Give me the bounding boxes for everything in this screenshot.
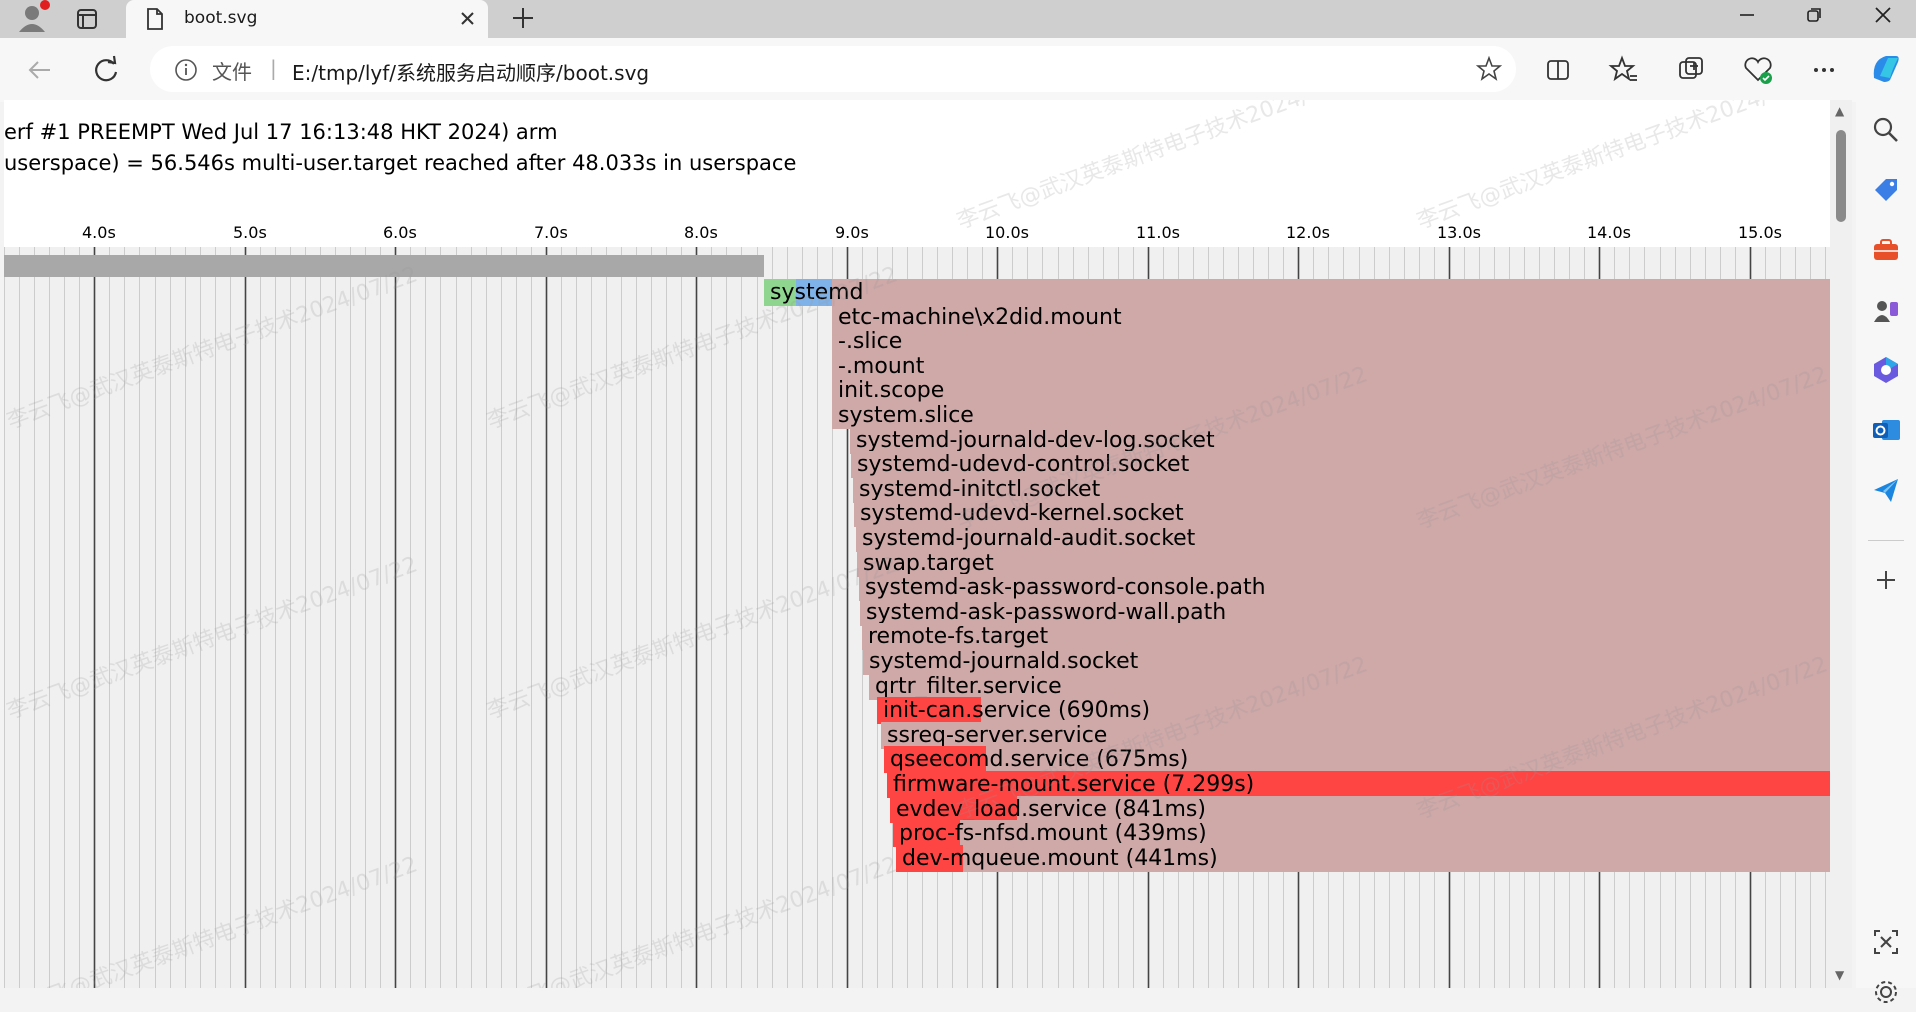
svg-document: erf #1 PREEMPT Wed Jul 17 16:13:48 HKT 2… [4,100,1830,988]
scrollbar-thumb[interactable] [1836,130,1846,222]
x-tick-label: 8.0s [684,223,718,242]
favorite-star-icon[interactable] [1475,55,1503,86]
new-tab-icon[interactable] [508,3,538,33]
unit-bar-systemd [764,279,1830,306]
x-tick-label: 9.0s [835,223,869,242]
favorites-icon[interactable] [1606,52,1642,88]
x-tick-label: 15.0s [1738,223,1782,242]
close-icon[interactable] [456,6,480,30]
x-tick-label: 12.0s [1286,223,1330,242]
browser-essentials-icon[interactable] [1740,52,1776,88]
screenshot-icon[interactable] [1870,926,1902,958]
tab-actions-icon[interactable] [70,4,104,34]
kernel-bar [4,255,764,277]
sidebar-divider [1868,540,1904,541]
refresh-icon[interactable] [88,52,124,88]
profile-icon[interactable] [14,0,52,34]
unit-label-dev-mqueue-mount: dev-mqueue.mount (441ms) [902,846,1218,871]
x-tick-label: 11.0s [1136,223,1180,242]
tools-icon[interactable] [1870,234,1902,266]
window-close-icon[interactable] [1852,0,1914,32]
tab-bar: boot.svg [0,0,1916,38]
scroll-down-icon[interactable]: ▼ [1835,968,1844,982]
more-icon[interactable] [1806,52,1842,88]
address-scheme-label: 文件 [212,60,252,84]
watermark-text: 李云飞@武汉英泰斯特电子技术2024/07/22 [1413,100,1830,235]
info-icon[interactable] [174,58,198,86]
collections-icon[interactable] [1674,52,1710,88]
file-icon [146,8,164,34]
x-tick-label: 13.0s [1437,223,1481,242]
restore-icon[interactable] [1784,0,1846,32]
unit-bar-slice [832,328,1830,355]
header-line-2: userspace) = 56.546s multi-user.target r… [4,151,797,175]
shopping-tag-icon[interactable] [1870,174,1902,206]
address-separator: | [270,56,277,80]
search-icon[interactable] [1870,114,1902,146]
games-icon[interactable] [1870,294,1902,326]
x-tick-label: 4.0s [82,223,116,242]
scroll-up-icon[interactable]: ▲ [1835,104,1844,118]
settings-icon[interactable] [1870,976,1902,1008]
tab-title: boot.svg [184,8,258,28]
minimize-icon[interactable] [1716,0,1778,32]
back-icon[interactable] [22,52,58,88]
outlook-icon[interactable] [1870,414,1902,446]
active-tab[interactable]: boot.svg [126,0,488,38]
add-icon[interactable] [1870,564,1902,596]
send-icon[interactable] [1870,474,1902,506]
edge-sidebar [1856,100,1916,1003]
unit-bar-init-scope [832,377,1830,404]
vertical-scrollbar[interactable]: ▲ ▼ [1830,100,1852,988]
watermark-text: 李云飞@武汉英泰斯特电子技术2024/07/22 [953,100,1371,235]
x-tick-label: 14.0s [1587,223,1631,242]
header-line-1: erf #1 PREEMPT Wed Jul 17 16:13:48 HKT 2… [4,120,558,144]
x-tick-label: 5.0s [233,223,267,242]
address-bar[interactable]: 文件 | E:/tmp/lyf/系统服务启动顺序/boot.svg [150,46,1516,92]
microsoft365-icon[interactable] [1870,354,1902,386]
boot-chart-plot: systemd etc-machine\x2did.mount -.slice -.m… [4,247,1830,988]
address-url[interactable]: E:/tmp/lyf/系统服务启动顺序/boot.svg [292,57,649,86]
toolbar: 文件 | E:/tmp/lyf/系统服务启动顺序/boot.svg [0,38,1916,102]
notification-dot [40,0,50,10]
x-tick-label: 7.0s [534,223,568,242]
copilot-icon[interactable] [1866,48,1906,88]
x-tick-label: 10.0s [985,223,1029,242]
unit-bar-root-mount [832,353,1830,380]
unit-bar-system-slice [832,402,1830,429]
x-tick-label: 6.0s [383,223,417,242]
split-screen-icon[interactable] [1540,52,1576,88]
